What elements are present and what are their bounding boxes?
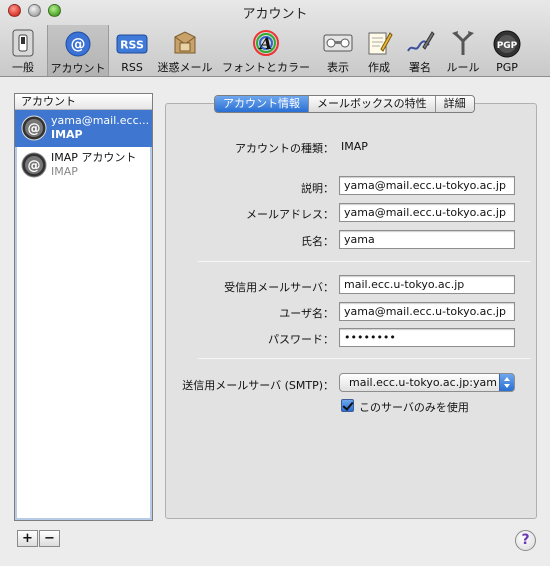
svg-text:@: @ [71, 35, 86, 53]
svg-text:A: A [258, 34, 272, 53]
rules-icon [447, 28, 479, 58]
toolbar-junk-mail[interactable]: 迷惑メール [155, 25, 215, 75]
junk-mail-icon [169, 28, 201, 58]
toolbar-pgp[interactable]: PGP PGP [488, 25, 526, 75]
toolbar-label: 作成 [368, 61, 390, 74]
toolbar-label: 表示 [327, 61, 349, 74]
email-field[interactable]: yama@mail.ecc.u-tokyo.ac.jp [339, 203, 515, 222]
incoming-server-field[interactable]: mail.ecc.u-tokyo.ac.jp [339, 275, 515, 294]
toolbar-label: 一般 [12, 61, 34, 74]
accounts-list: アカウント @ yama@mail.ecc.... IMAP @ IMAP アカ… [14, 93, 153, 521]
toolbar-general[interactable]: 一般 [5, 25, 41, 75]
username-label: ユーザ名： [279, 307, 334, 320]
account-at-icon: @ [21, 152, 47, 178]
switch-icon [7, 28, 39, 58]
font-color-icon: A [250, 28, 282, 58]
rss-icon: RSS [116, 28, 148, 60]
help-button[interactable]: ? [515, 530, 536, 551]
account-item[interactable]: @ yama@mail.ecc.... IMAP [15, 110, 152, 147]
account-name: IMAP アカウント [51, 151, 137, 164]
account-item[interactable]: @ IMAP アカウント IMAP [15, 147, 152, 184]
toolbar-composing[interactable]: 作成 [362, 25, 396, 75]
tab-account-info[interactable]: アカウント情報 [215, 96, 309, 112]
account-at-icon: @ [21, 115, 47, 141]
only-this-server-checkbox[interactable] [341, 399, 354, 412]
username-field[interactable]: yama@mail.ecc.u-tokyo.ac.jp [339, 302, 515, 321]
tab-advanced[interactable]: 詳細 [435, 96, 474, 112]
remove-account-button[interactable]: − [39, 530, 60, 547]
toolbar-label: 署名 [409, 61, 431, 74]
svg-text:RSS: RSS [120, 39, 144, 52]
description-field[interactable]: yama@mail.ecc.u-tokyo.ac.jp [339, 176, 515, 195]
toolbar-rss[interactable]: RSS RSS [114, 25, 150, 75]
smtp-server-label: 送信用メールサーバ (SMTP)： [182, 379, 334, 392]
toolbar-viewing[interactable]: 表示 [320, 25, 356, 75]
chevron-up-down-icon [499, 374, 514, 391]
svg-text:@: @ [28, 159, 41, 174]
signature-icon [404, 28, 436, 58]
account-type-value: IMAP [341, 140, 368, 153]
toolbar-label: 迷惑メール [157, 61, 213, 74]
toolbar-label: フォントとカラー [222, 61, 310, 74]
tab-mailbox-behaviors[interactable]: メールボックスの特性 [309, 96, 436, 112]
email-label: メールアドレス： [246, 208, 334, 221]
add-account-button[interactable]: + [17, 530, 38, 547]
description-label: 説明： [301, 182, 334, 195]
toolbar-label: アカウント [50, 62, 106, 75]
separator [198, 261, 531, 262]
separator [198, 358, 531, 359]
password-field[interactable]: •••••••• [339, 328, 515, 347]
toolbar-label: PGP [496, 61, 518, 74]
smtp-server-value: mail.ecc.u-tokyo.ac.jp:yam [349, 376, 497, 389]
only-this-server-label: このサーバのみを使用 [359, 401, 469, 414]
svg-text:@: @ [28, 122, 41, 137]
toolbar-rules[interactable]: ルール [443, 25, 483, 75]
tab-bar: アカウント情報 メールボックスの特性 詳細 [214, 95, 475, 113]
display-icon [322, 28, 354, 58]
at-icon: @ [62, 28, 94, 59]
account-type: IMAP [51, 128, 83, 141]
window-toolbar: アカウント 一般 @ アカウント RSS RSS 迷惑メール A フォントとカラ… [0, 0, 550, 77]
toolbar-fonts-colors[interactable]: A フォントとカラー [221, 25, 311, 75]
toolbar-label: ルール [446, 61, 480, 74]
password-label: パスワード： [268, 333, 334, 346]
account-type: IMAP [51, 165, 78, 178]
svg-text:PGP: PGP [497, 41, 518, 51]
accounts-list-header: アカウント [15, 94, 152, 110]
toolbar-accounts[interactable]: @ アカウント [47, 25, 109, 76]
account-name: yama@mail.ecc.... [51, 114, 149, 127]
compose-icon [363, 28, 395, 58]
toolbar-label: RSS [121, 61, 143, 74]
toolbar-signatures[interactable]: 署名 [402, 25, 438, 75]
incoming-server-label: 受信用メールサーバ： [224, 281, 334, 294]
smtp-server-select[interactable]: mail.ecc.u-tokyo.ac.jp:yam [339, 373, 515, 392]
fullname-label: 氏名： [301, 235, 334, 248]
window-title: アカウント [242, 7, 308, 22]
fullname-field[interactable]: yama [339, 230, 515, 249]
account-type-label: アカウントの種類： [235, 142, 334, 155]
pgp-icon: PGP [491, 28, 523, 60]
